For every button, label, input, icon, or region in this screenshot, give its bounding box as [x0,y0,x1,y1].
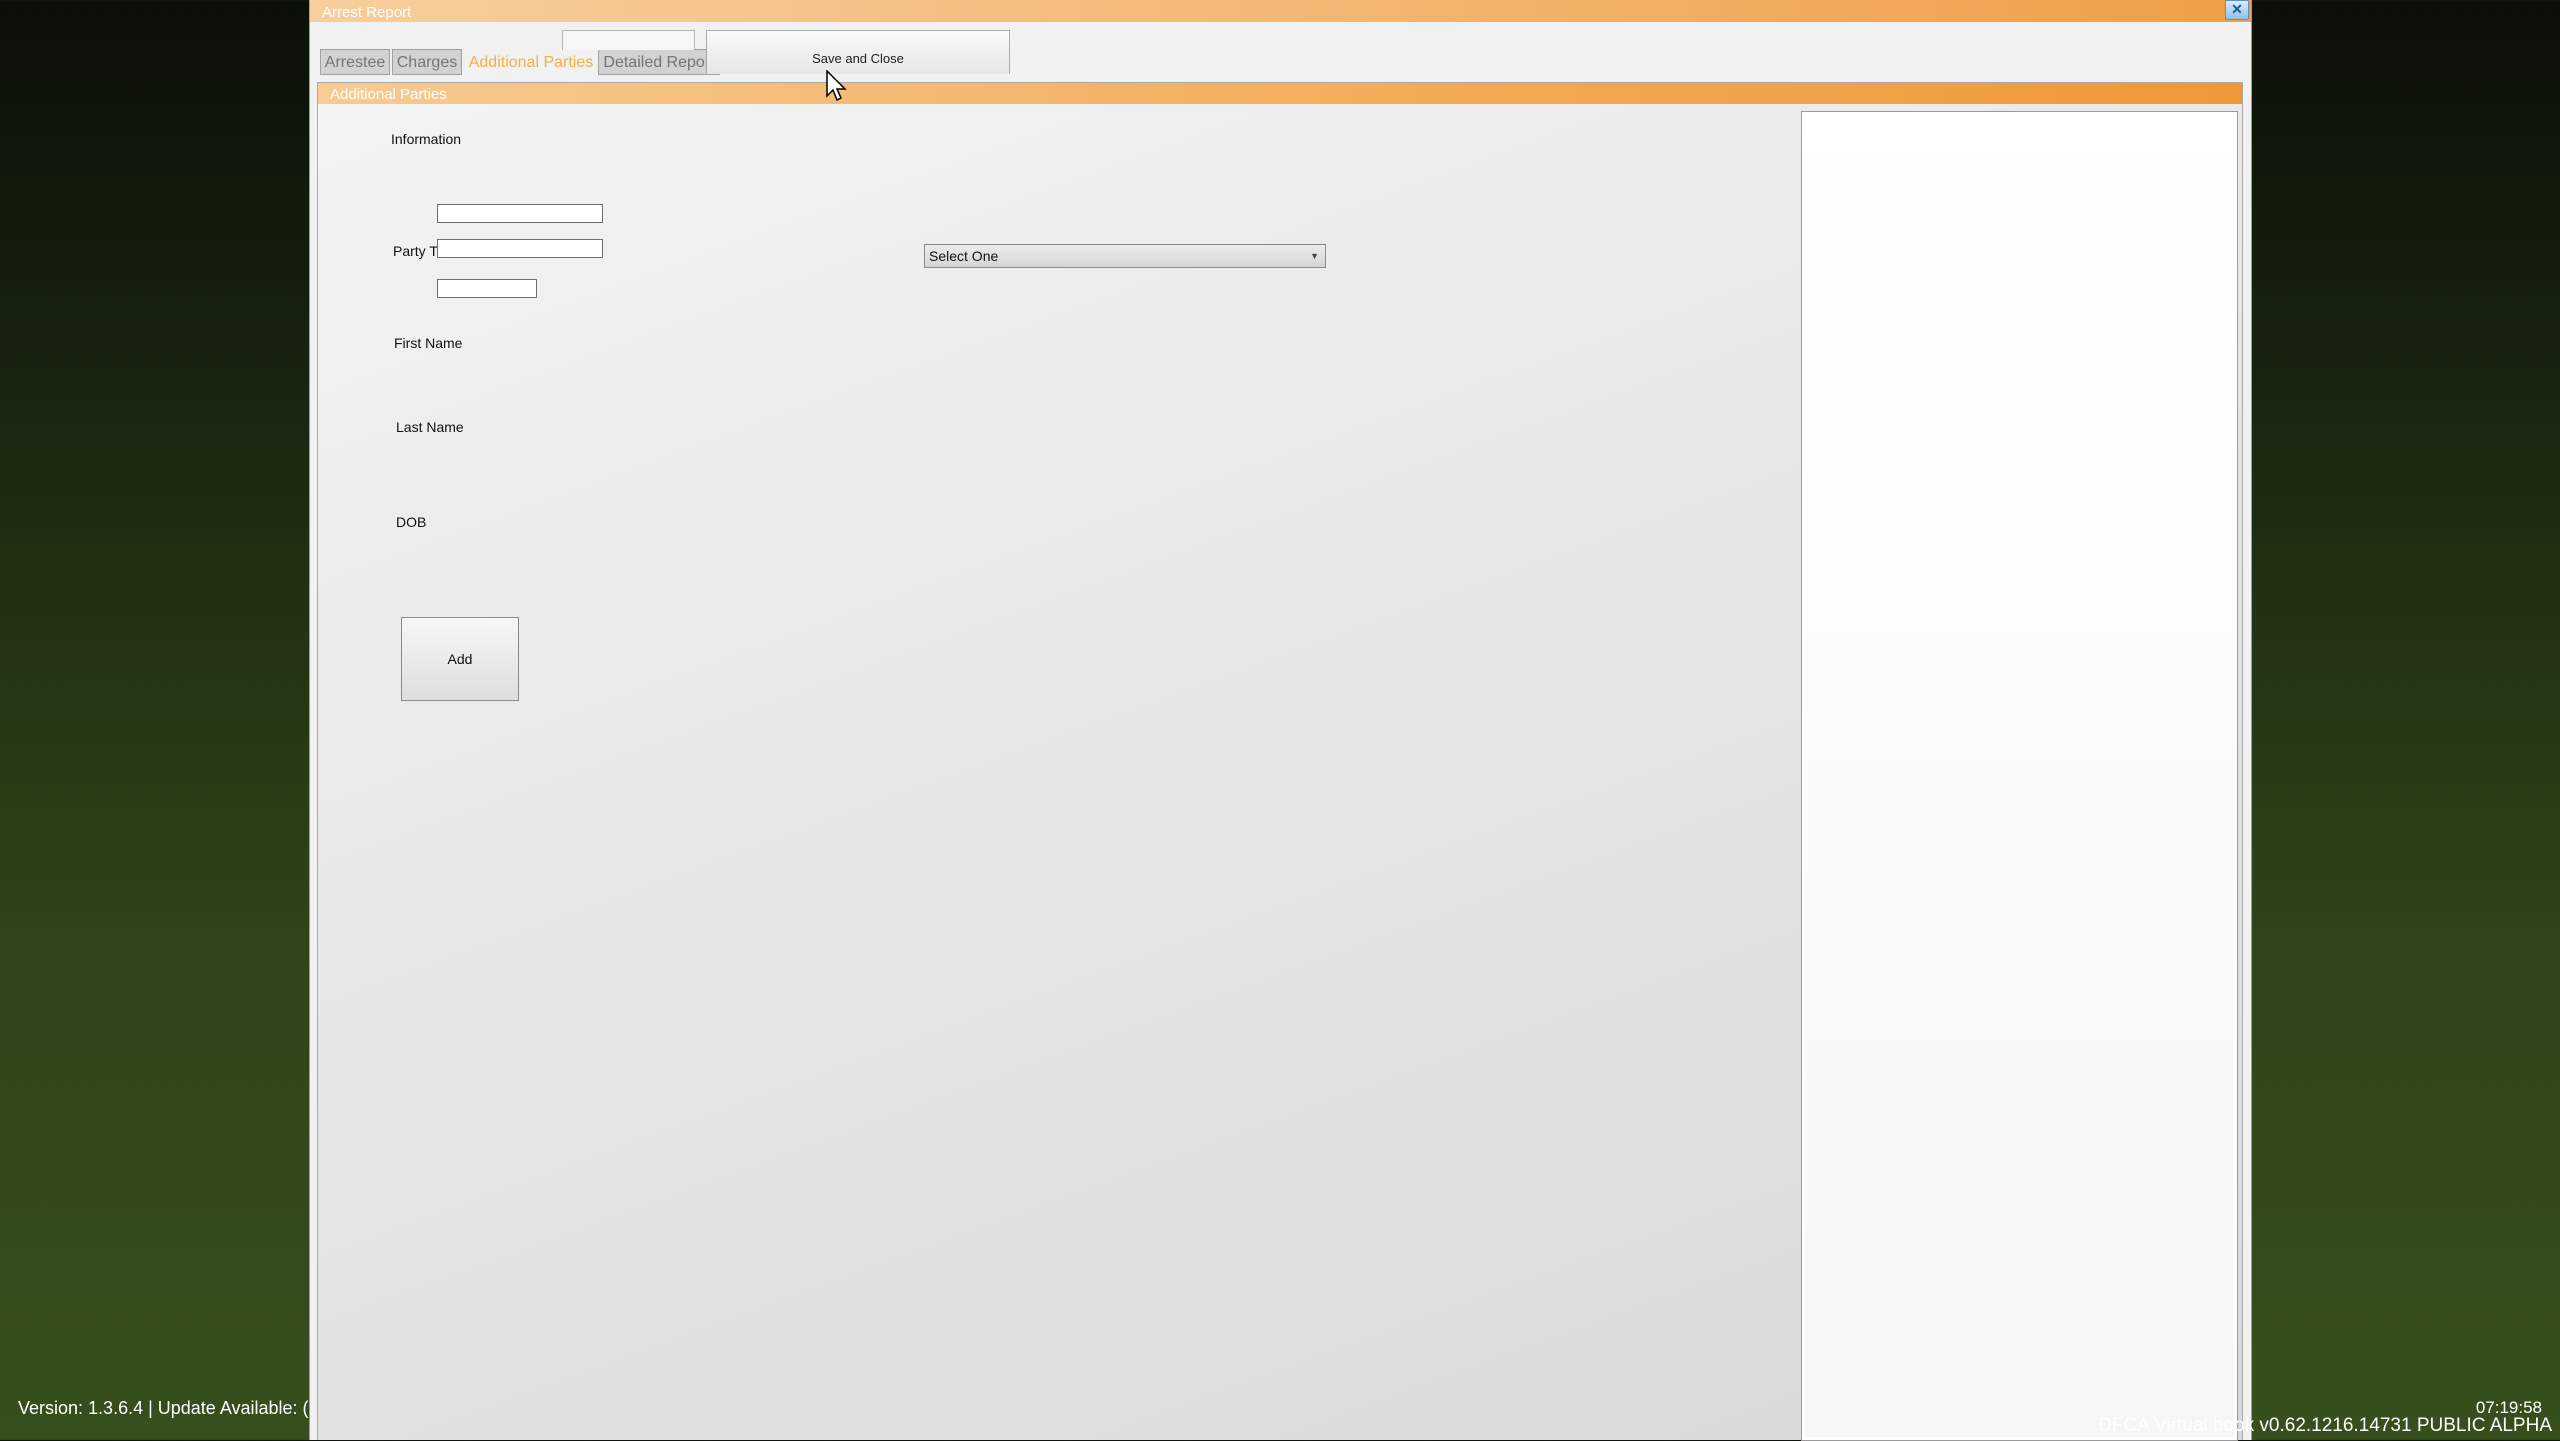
title-bar[interactable]: Arrest Report ✕ [310,0,2251,22]
party-type-select[interactable]: Select One ▼ [924,244,1326,268]
blank-button[interactable] [562,30,695,50]
window-title: Arrest Report [322,4,412,21]
dob-label: DOB [396,514,427,530]
information-label: Information [391,131,462,147]
last-name-label: Last Name [396,419,464,435]
first-name-label: First Name [394,335,463,351]
version-text: Version: 1.3.6.4 | Update Available: ( [18,1398,309,1418]
tab-arrestee[interactable]: Arrestee [320,49,390,75]
section-title: Additional Parties [330,86,447,103]
tab-detailed-report[interactable]: Detailed Report [598,49,720,75]
info-field-3[interactable] [437,279,537,298]
save-and-close-button[interactable]: Save and Close [706,30,1010,74]
build-text: DFCA Virtual book v0.62.1216.14731 PUBLI… [2098,1415,2552,1436]
chevron-down-icon: ▼ [1310,251,1319,261]
party-type-select-value: Select One [929,248,999,264]
arrest-report-window: Arrest Report ✕ Arrestee Charges Additio… [309,0,2252,1441]
mouse-cursor-icon [826,70,847,102]
close-icon[interactable]: ✕ [2225,0,2249,20]
add-button[interactable]: Add [401,617,519,701]
party-type-label: Party T [393,243,438,259]
info-field-1[interactable] [437,204,603,223]
tab-charges[interactable]: Charges [392,49,462,75]
info-field-2[interactable] [437,239,603,258]
additional-parties-panel: Additional Parties Information Party T S… [317,82,2243,1441]
section-header: Additional Parties [318,83,2242,104]
parties-list[interactable] [1801,111,2238,1441]
tab-additional-parties[interactable]: Additional Parties [464,49,598,75]
